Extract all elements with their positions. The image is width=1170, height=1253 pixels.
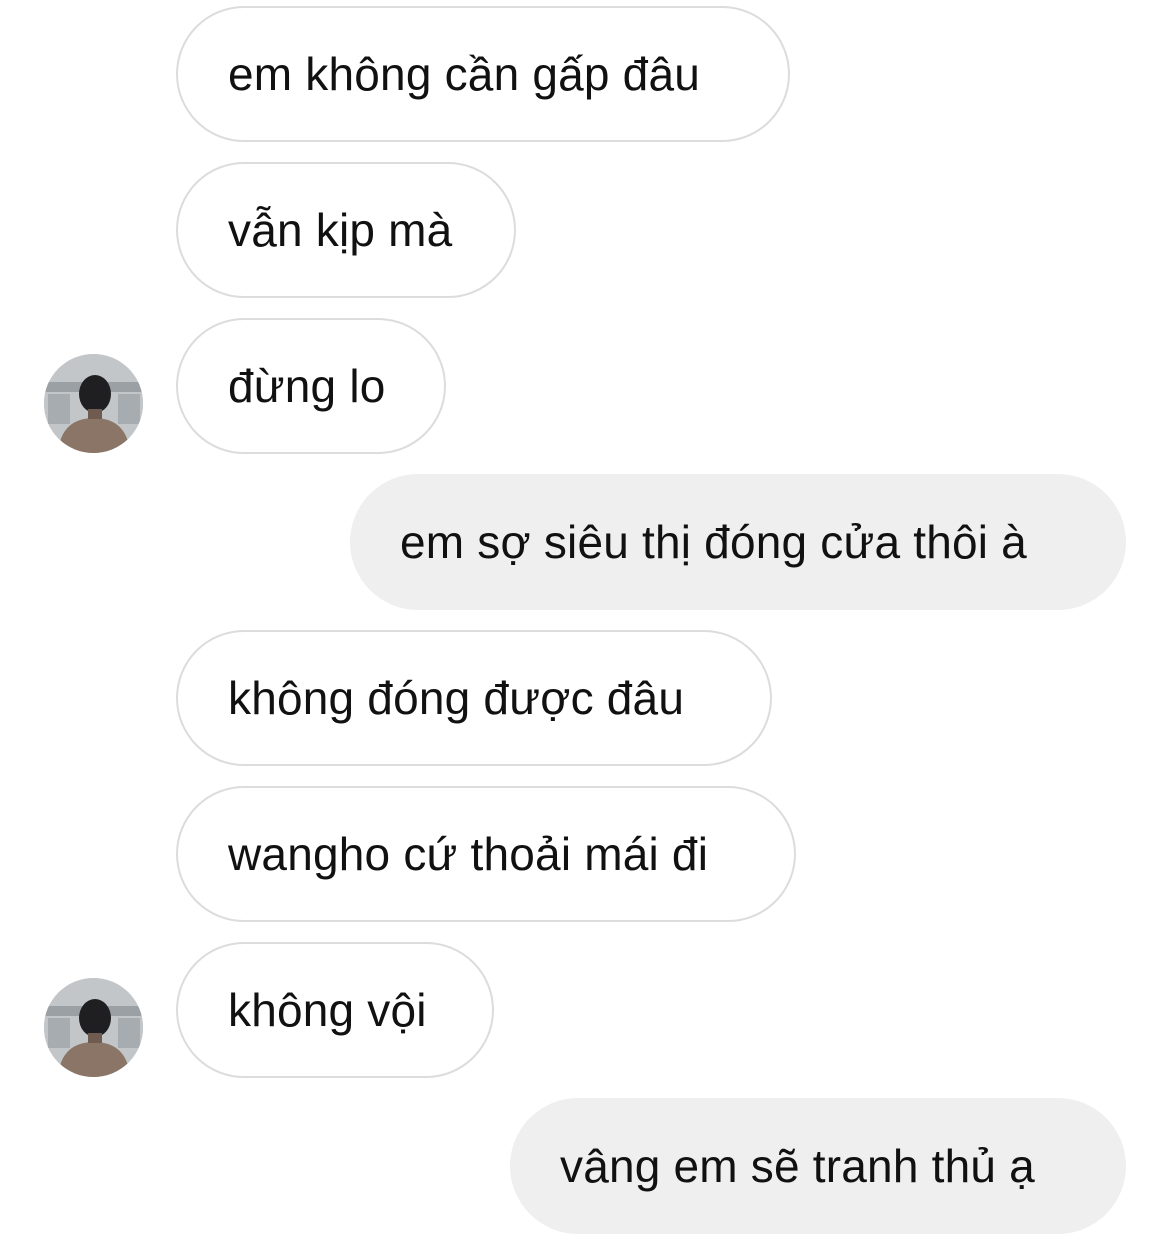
message-text: em sợ siêu thị đóng cửa thôi à	[400, 516, 1027, 568]
message-bubble-outgoing[interactable]: vâng em sẽ tranh thủ ạ	[510, 1098, 1126, 1234]
message-text: wangho cứ thoải mái đi	[228, 828, 709, 880]
avatar-photo-icon	[44, 978, 143, 1077]
message-bubble-incoming[interactable]: không vội	[176, 942, 494, 1078]
message-text: vẫn kịp mà	[228, 204, 453, 256]
message-text: em không cần gấp đâu	[228, 48, 701, 100]
message-bubble-incoming[interactable]: không đóng được đâu	[176, 630, 772, 766]
avatar-photo-icon	[44, 354, 143, 453]
message-thread: em không cần gấp đâu vẫn kịp mà đừng lo …	[0, 0, 1170, 1253]
message-bubble-incoming[interactable]: đừng lo	[176, 318, 446, 454]
message-text: vâng em sẽ tranh thủ ạ	[560, 1140, 1035, 1192]
message-text: không vội	[228, 984, 427, 1036]
message-bubble-incoming[interactable]: vẫn kịp mà	[176, 162, 516, 298]
message-bubble-outgoing[interactable]: em sợ siêu thị đóng cửa thôi à	[350, 474, 1126, 610]
message-text: không đóng được đâu	[228, 672, 685, 724]
sender-avatar[interactable]	[44, 354, 143, 453]
message-bubble-incoming[interactable]: em không cần gấp đâu	[176, 6, 790, 142]
message-bubble-incoming[interactable]: wangho cứ thoải mái đi	[176, 786, 796, 922]
message-text: đừng lo	[228, 360, 386, 412]
sender-avatar[interactable]	[44, 978, 143, 1077]
